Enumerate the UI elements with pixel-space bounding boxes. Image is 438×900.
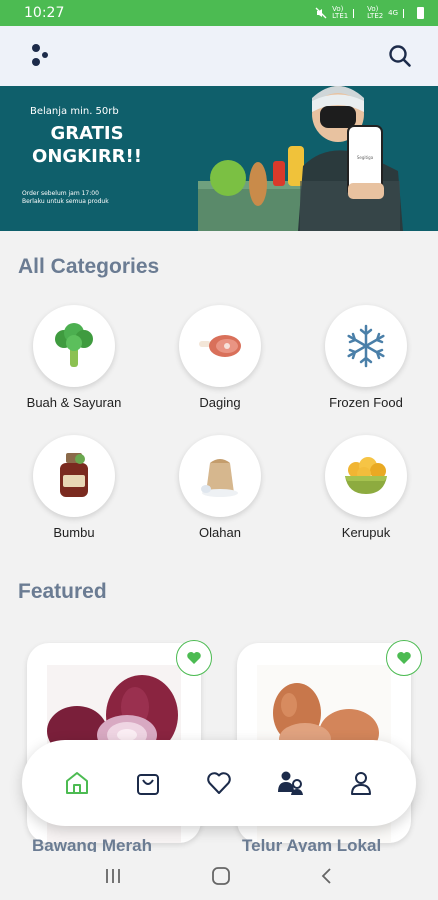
categories-title: All Categories (18, 255, 160, 278)
category-daging[interactable]: Daging (150, 305, 290, 410)
meat-icon (199, 335, 241, 357)
network-3: 4G (388, 8, 398, 17)
category-circle[interactable] (179, 435, 261, 517)
nav-profile[interactable] (341, 763, 381, 803)
system-nav-bar (0, 852, 438, 900)
category-circle[interactable] (179, 305, 261, 387)
category-circle[interactable] (33, 435, 115, 517)
category-circle[interactable] (325, 435, 407, 517)
flour-sack-icon (201, 459, 238, 497)
status-time: 10:27 (24, 5, 65, 21)
category-label: Kerupuk (341, 525, 391, 540)
category-frozen-food[interactable]: Frozen Food (296, 305, 436, 410)
category-olahan[interactable]: Olahan (150, 435, 290, 540)
nav-home[interactable] (57, 763, 97, 803)
banner-fine-line-1: Order sebelum jam 17:00 (22, 190, 99, 197)
back-icon[interactable] (320, 867, 334, 885)
menu-icon[interactable] (30, 44, 54, 68)
mute-icon (315, 7, 327, 19)
search-icon[interactable] (388, 44, 412, 68)
category-label: Daging (199, 395, 241, 410)
phone-screen-text: Segitiga (356, 155, 374, 160)
nav-community[interactable] (270, 763, 310, 803)
category-bumbu[interactable]: Bumbu (4, 435, 144, 540)
banner-headline: GRATIS ONGKIRR!! (32, 123, 142, 167)
network-2: Vo) LTE2 (367, 5, 384, 20)
status-icons: Vo) LTE1 Vo) LTE2 4G (315, 6, 424, 20)
category-circle[interactable] (325, 305, 407, 387)
banner-fine-line-2: Berlaku untuk semua produk (22, 198, 109, 205)
promo-banner[interactable]: Belanja min. 50rb GRATIS ONGKIRR!! Order… (0, 86, 438, 231)
crackers-bowl-icon (345, 457, 387, 494)
heart-filled-icon (187, 652, 201, 664)
broccoli-icon (55, 323, 93, 367)
heart-filled-icon (397, 652, 411, 664)
category-kerupuk[interactable]: Kerupuk (296, 435, 436, 540)
nav-cart[interactable] (128, 763, 168, 803)
app-bar (0, 26, 438, 86)
category-label: Buah & Sayuran (26, 395, 122, 410)
recent-apps-icon[interactable] (104, 868, 122, 884)
network-1: Vo) LTE1 (332, 5, 349, 20)
category-label: Frozen Food (329, 395, 403, 410)
snowflake-icon (347, 324, 385, 368)
heart-icon (207, 772, 231, 794)
courier-illustration (198, 86, 403, 231)
status-bar: 10:27 Vo) LTE1 Vo) LTE2 4G (0, 0, 438, 26)
signal-1-icon (353, 8, 362, 18)
signal-2-icon (403, 8, 412, 18)
category-label: Olahan (199, 525, 241, 540)
banner-fine-print: Order sebelum jam 17:00 Berlaku untuk se… (22, 190, 109, 206)
home-icon (66, 772, 89, 794)
home-button-icon[interactable] (211, 866, 231, 886)
featured-title: Featured (18, 580, 107, 603)
favorite-button[interactable] (176, 640, 212, 676)
category-label: Bumbu (53, 525, 95, 540)
nav-favorites[interactable] (199, 763, 239, 803)
shopping-bag-icon (137, 774, 160, 795)
favorite-button[interactable] (386, 640, 422, 676)
category-buah-sayuran[interactable]: Buah & Sayuran (4, 305, 144, 410)
spice-jar-icon (60, 453, 88, 497)
community-icon (277, 771, 303, 795)
category-circle[interactable] (33, 305, 115, 387)
bottom-nav (22, 740, 416, 826)
profile-icon (350, 772, 371, 795)
battery-icon (417, 7, 424, 19)
banner-subtitle: Belanja min. 50rb (30, 106, 119, 117)
